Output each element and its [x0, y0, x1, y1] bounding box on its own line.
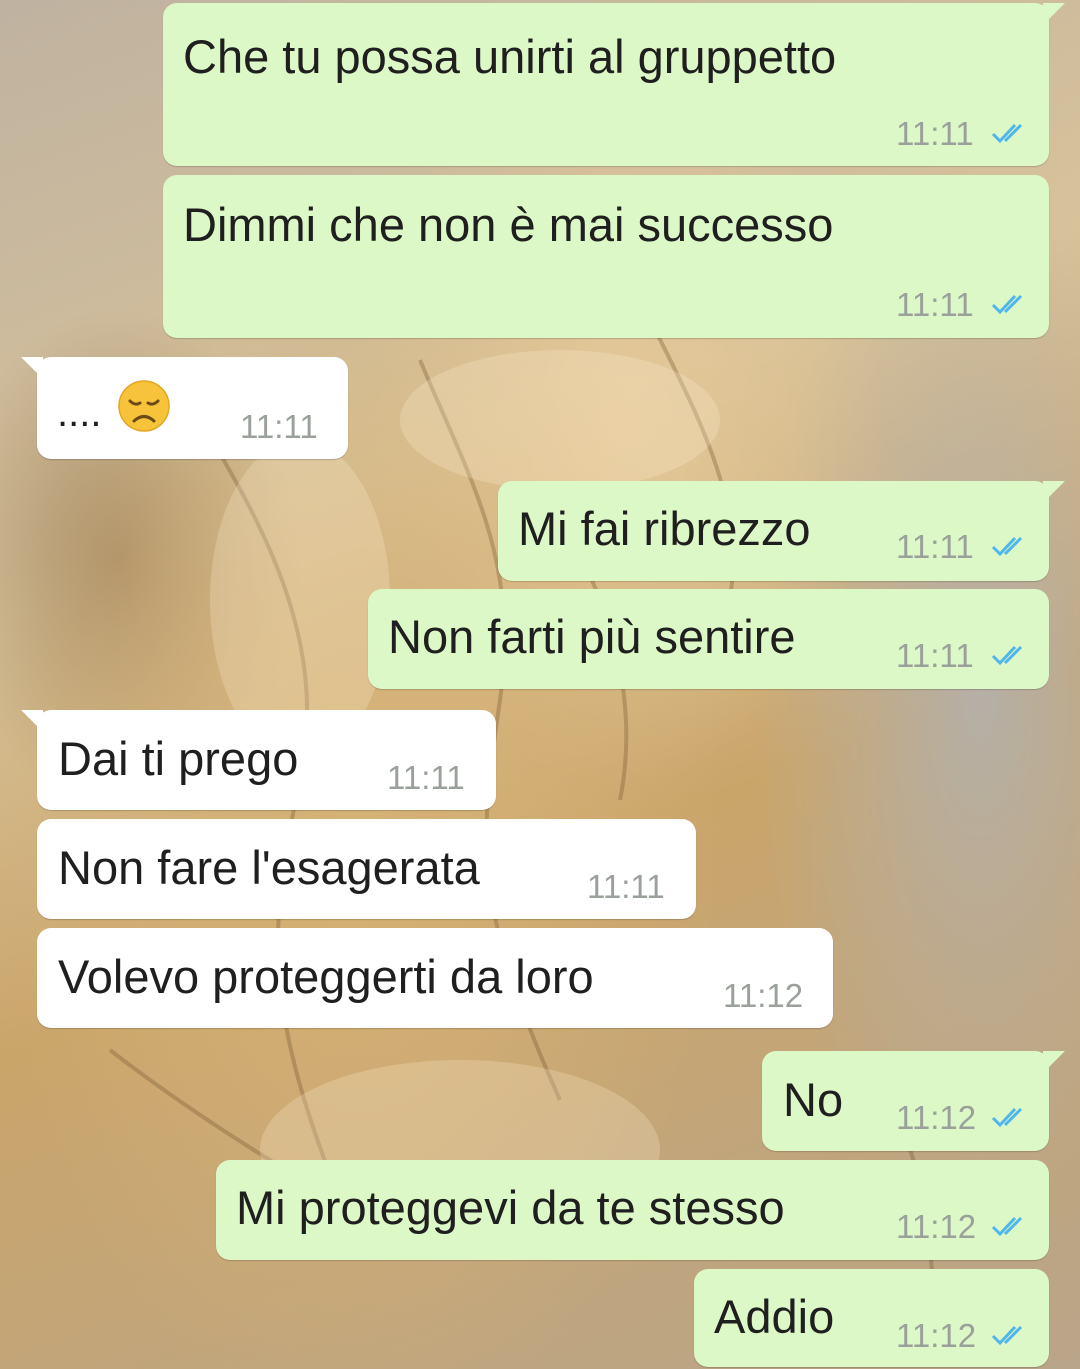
incoming-message[interactable]: .... 11:11 — [21, 357, 348, 459]
message-time: 11:11 — [587, 868, 665, 905]
message-time: 11:11 — [240, 408, 318, 445]
message-text: .... — [57, 391, 102, 435]
message-list[interactable]: Che tu possa unirti al gruppetto 11:11 D… — [0, 0, 1080, 1369]
double-check-read-icon — [991, 645, 1023, 666]
message-time: 11:11 — [896, 286, 974, 323]
double-check-read-icon — [991, 1325, 1023, 1346]
outgoing-message[interactable]: Dimmi che non è mai successo 11:11 — [163, 175, 1049, 338]
message-text: Non fare l'esagerata — [58, 841, 480, 894]
message-time: 11:11 — [896, 637, 974, 674]
message-text: Dimmi che non è mai successo — [183, 198, 834, 251]
outgoing-message[interactable]: Addio 11:12 — [694, 1269, 1049, 1367]
message-text: Dai ti prego — [58, 732, 299, 785]
double-check-read-icon — [991, 536, 1023, 557]
message-time: 11:12 — [896, 1317, 977, 1354]
incoming-message[interactable]: Dai ti prego 11:11 — [21, 710, 496, 810]
outgoing-message[interactable]: No 11:12 — [762, 1051, 1065, 1151]
double-check-read-icon — [991, 1107, 1023, 1128]
message-text: Mi proteggevi da te stesso — [236, 1181, 785, 1234]
message-time: 11:11 — [387, 759, 465, 796]
message-text: Che tu possa unirti al gruppetto — [183, 30, 837, 83]
message-text: Addio — [714, 1290, 835, 1343]
double-check-read-icon — [991, 1216, 1023, 1237]
outgoing-message[interactable]: Non farti più sentire 11:11 — [368, 589, 1049, 689]
message-text: Volevo proteggerti da loro — [58, 950, 594, 1003]
outgoing-message[interactable]: Mi fai ribrezzo 11:11 — [498, 481, 1065, 581]
message-time: 11:11 — [896, 528, 974, 565]
message-text: No — [783, 1073, 844, 1126]
outgoing-message[interactable]: Che tu possa unirti al gruppetto 11:11 — [163, 3, 1065, 166]
double-check-read-icon — [991, 123, 1023, 144]
double-check-read-icon — [991, 294, 1023, 315]
message-time: 11:11 — [896, 115, 974, 152]
message-text: Mi fai ribrezzo — [518, 502, 811, 555]
message-text: Non farti più sentire — [388, 610, 796, 663]
message-time: 11:12 — [896, 1208, 977, 1245]
incoming-message[interactable]: Non fare l'esagerata 11:11 — [37, 819, 696, 919]
outgoing-message[interactable]: Mi proteggevi da te stesso 11:12 — [216, 1160, 1049, 1260]
message-time: 11:12 — [896, 1099, 977, 1136]
disappointed-face-emoji — [118, 380, 170, 432]
message-time: 11:12 — [723, 977, 804, 1014]
incoming-message[interactable]: Volevo proteggerti da loro 11:12 — [37, 928, 833, 1028]
